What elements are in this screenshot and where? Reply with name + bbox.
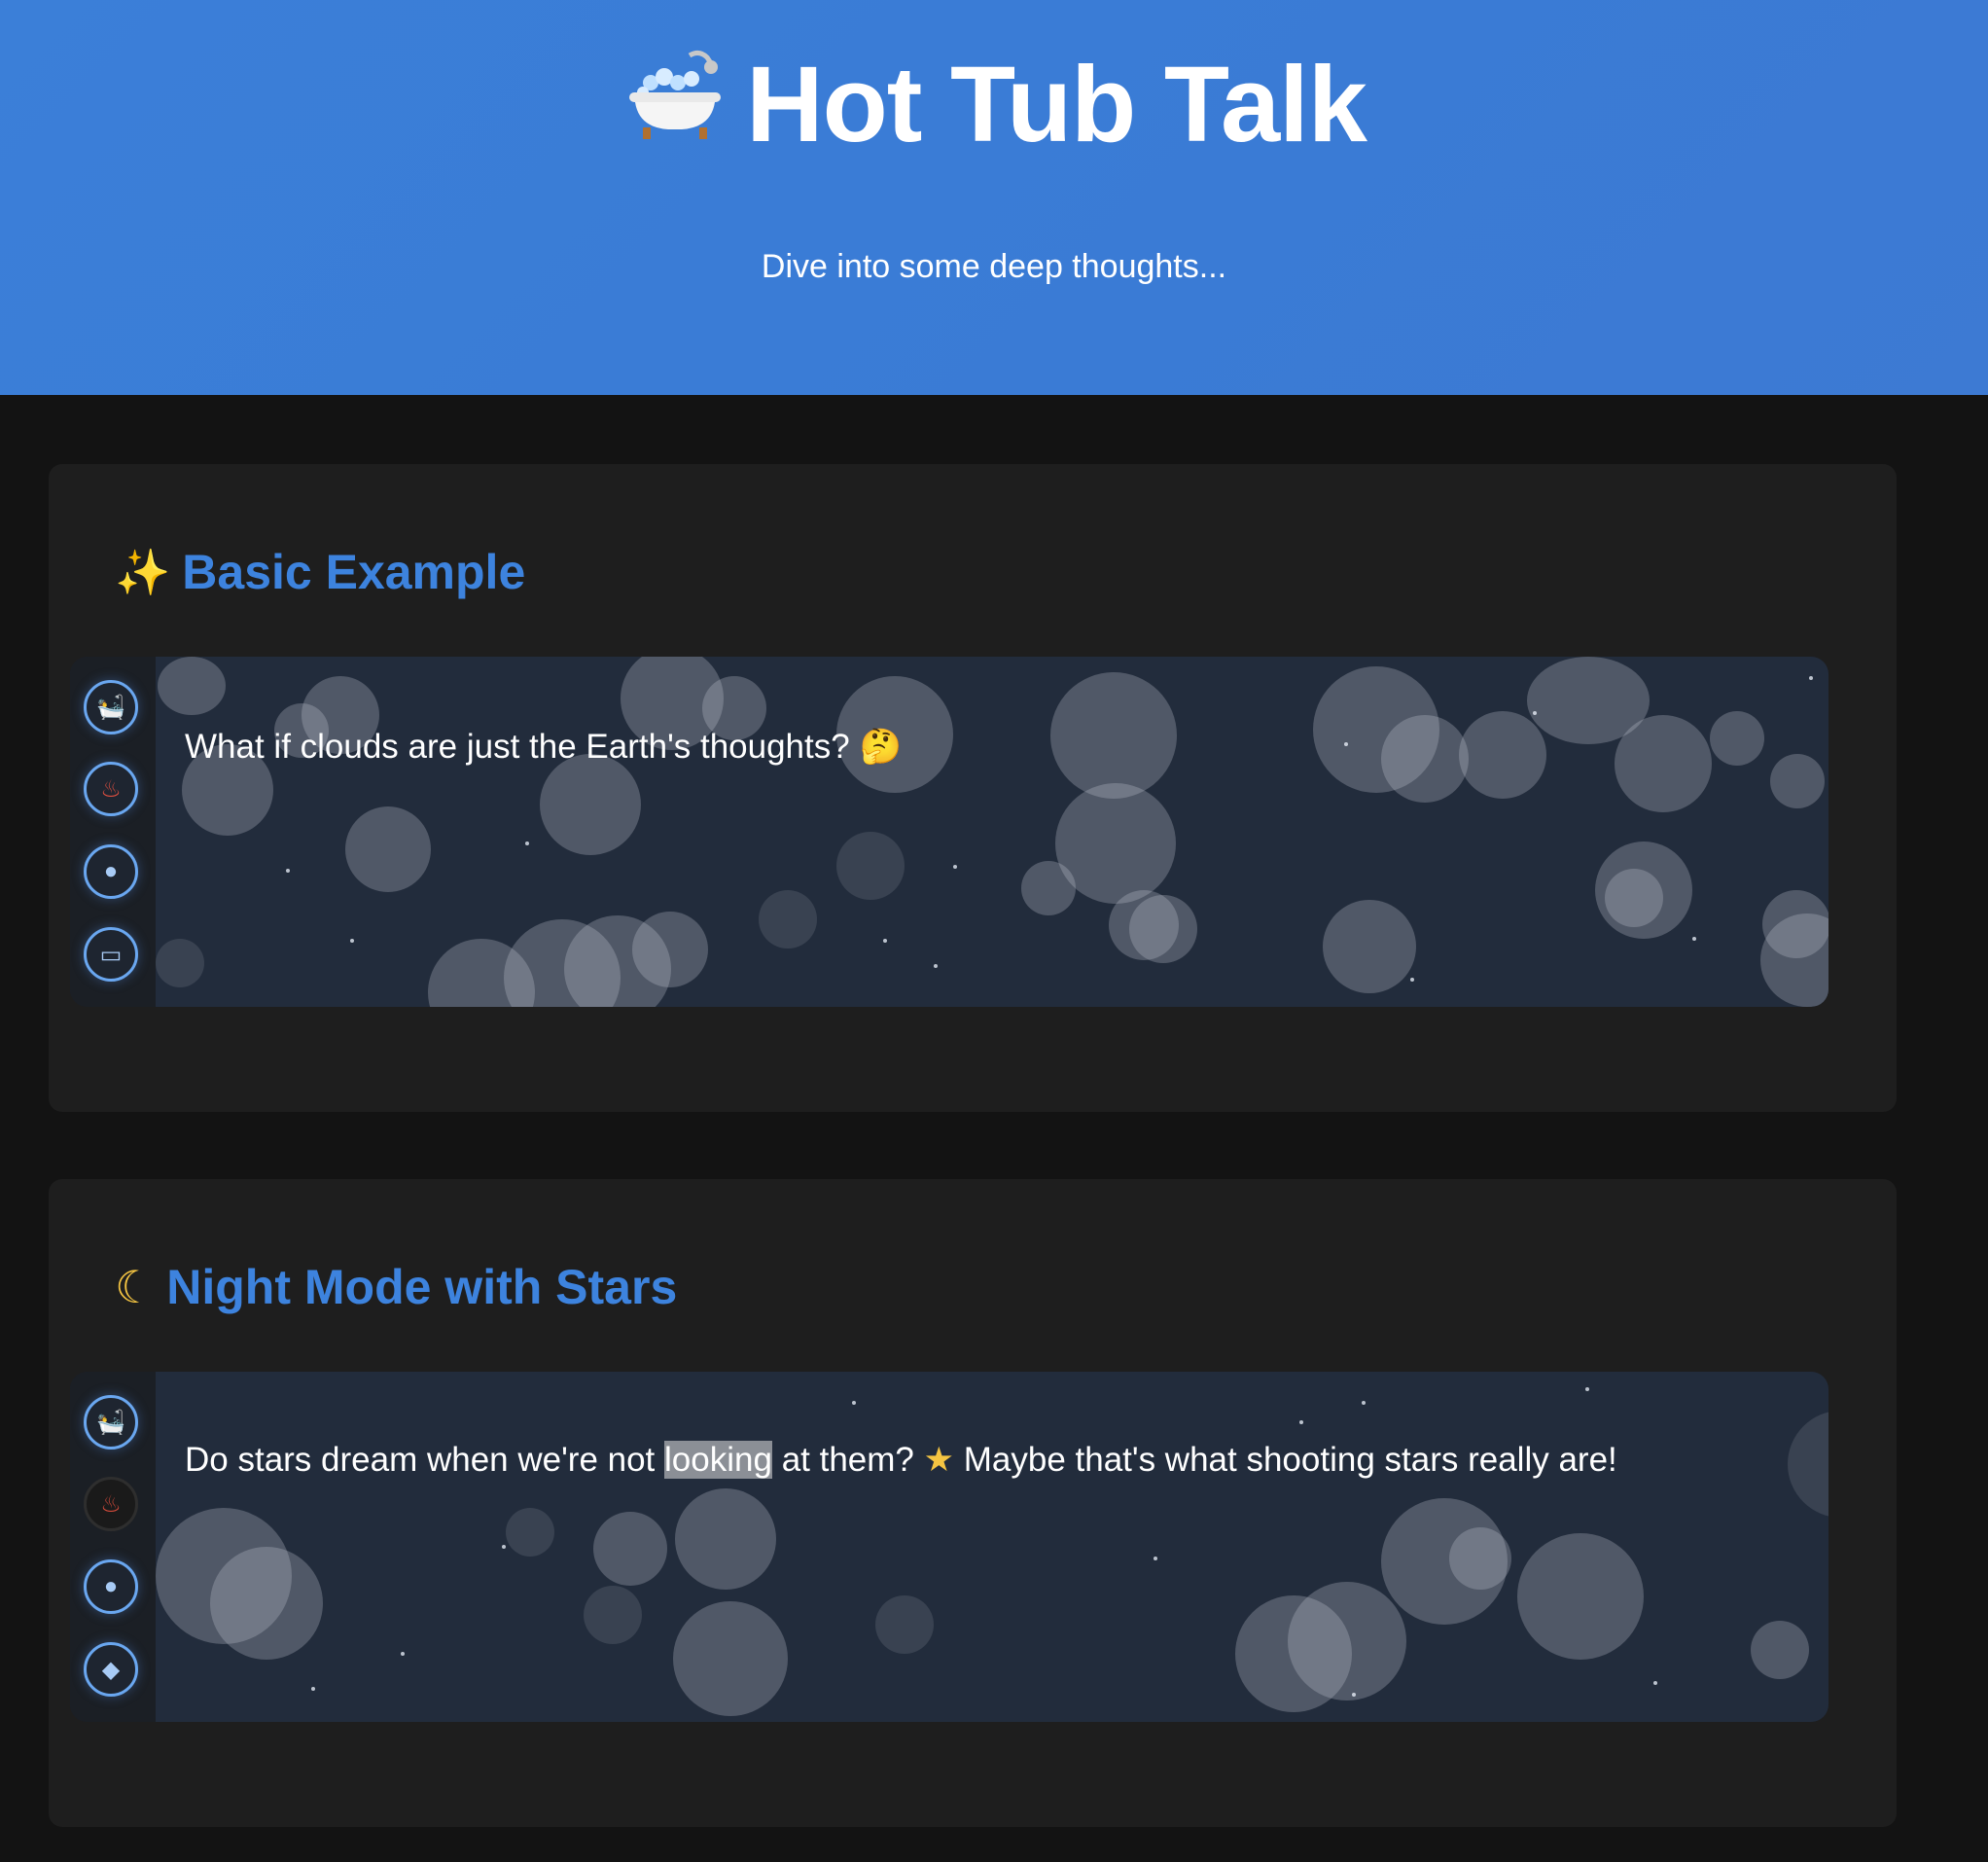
star-dot xyxy=(1299,1420,1303,1424)
star-dot xyxy=(934,964,938,968)
bubble xyxy=(593,1512,667,1586)
crescent-moon-icon: ☾ xyxy=(115,1262,156,1312)
star-dot xyxy=(311,1687,315,1691)
bubble xyxy=(584,1586,642,1644)
bubble xyxy=(1751,1621,1809,1679)
bubble xyxy=(1129,895,1197,963)
bubble xyxy=(506,1508,554,1557)
bubbles-icon: 🛀 xyxy=(96,1409,125,1436)
star-dot xyxy=(286,869,290,873)
heat-tool-button[interactable]: ♨ xyxy=(84,762,138,816)
bubble xyxy=(632,912,708,987)
eraser-icon: ◆ xyxy=(101,1656,121,1683)
bubble xyxy=(1710,711,1764,766)
hot-tub-panel[interactable]: 🛀 ♨ ● ◆ Do stars dream when we're not lo… xyxy=(70,1372,1828,1722)
splash-tool-button[interactable]: ● xyxy=(84,844,138,899)
bubble xyxy=(210,1547,323,1660)
hot-tub-panel[interactable]: 🛀 ♨ ● ▭ What if clouds are just the Eart… xyxy=(70,657,1828,1007)
bubble xyxy=(1459,711,1546,799)
bubble xyxy=(345,806,431,892)
star-icon: ★ xyxy=(923,1441,955,1479)
star-dot xyxy=(1585,1387,1589,1391)
page-title: Hot Tub Talk xyxy=(0,47,1988,163)
star-dot xyxy=(525,841,529,845)
thought-sentence-end: Maybe that's what shooting stars really … xyxy=(963,1441,1617,1479)
star-dot xyxy=(401,1652,405,1656)
thought-stage: What if clouds are just the Earth's thou… xyxy=(156,657,1828,1007)
section-basic-example: ✨ Basic Example 🛀 ♨ ● ▭ What if clouds a… xyxy=(49,464,1897,1112)
tool-sidebar: 🛀 ♨ ● ◆ xyxy=(70,1372,157,1722)
bubble xyxy=(1323,900,1416,993)
star-dot xyxy=(1410,978,1414,982)
bubble xyxy=(1788,1411,1828,1518)
bubbles-tool-button[interactable]: 🛀 xyxy=(84,680,138,734)
toggle-icon: ▭ xyxy=(99,941,123,968)
bubble xyxy=(1288,1582,1406,1701)
bubble xyxy=(158,657,226,715)
bubble xyxy=(1615,715,1712,812)
hot-springs-icon: ♨ xyxy=(100,1490,122,1518)
page-header: Hot Tub Talk Dive into some deep thought… xyxy=(0,0,1988,395)
bubble xyxy=(1605,869,1663,927)
splash-tool-button[interactable]: ● xyxy=(84,1559,138,1614)
star-dot xyxy=(1533,711,1537,715)
section-night-mode: ☾ Night Mode with Stars 🛀 ♨ ● ◆ Do stars… xyxy=(49,1179,1897,1827)
sparkles-icon: ✨ xyxy=(115,547,171,597)
star-dot xyxy=(883,939,887,943)
star-dot xyxy=(1692,937,1696,941)
star-dot xyxy=(350,939,354,943)
bubble xyxy=(875,1595,934,1654)
bubble xyxy=(1449,1527,1511,1590)
bubble xyxy=(1770,754,1825,808)
star-dot xyxy=(1344,742,1348,746)
section-title: ☾ Night Mode with Stars xyxy=(115,1255,677,1319)
hot-springs-icon: ♨ xyxy=(100,775,122,803)
star-dot xyxy=(1352,1693,1356,1697)
droplet-icon: ● xyxy=(103,1573,119,1599)
bubbles-icon: 🛀 xyxy=(96,694,125,721)
bubble xyxy=(675,1488,776,1590)
highlighted-word[interactable]: looking xyxy=(664,1441,772,1479)
thought-sentence-start: Do stars dream when we're not xyxy=(185,1441,656,1479)
toggle-tool-button[interactable]: ▭ xyxy=(84,927,138,982)
thought-stage: Do stars dream when we're not looking at… xyxy=(156,1372,1828,1722)
star-dot xyxy=(1653,1681,1657,1685)
star-dot xyxy=(953,865,957,869)
bubble xyxy=(673,1601,788,1716)
bubbles-tool-button[interactable]: 🛀 xyxy=(84,1395,138,1450)
star-dot xyxy=(852,1401,856,1405)
page-subtitle: Dive into some deep thoughts... xyxy=(761,248,1227,285)
tool-sidebar: 🛀 ♨ ● ▭ xyxy=(70,657,157,1007)
thought-sentence-middle: at them? xyxy=(781,1441,914,1479)
section-title-text: Night Mode with Stars xyxy=(166,1260,678,1314)
bubble xyxy=(156,939,204,987)
star-dot xyxy=(1154,1557,1157,1560)
star-dot xyxy=(502,1545,506,1549)
thought-text: Do stars dream when we're not looking at… xyxy=(185,1436,1617,1485)
bubble xyxy=(1021,861,1076,915)
droplet-icon: ● xyxy=(103,858,119,884)
heat-tool-button[interactable]: ♨ xyxy=(84,1477,138,1531)
page-title-text: Hot Tub Talk xyxy=(746,45,1367,164)
bathtub-icon xyxy=(621,48,728,162)
section-title: ✨ Basic Example xyxy=(115,540,525,604)
thought-text: What if clouds are just the Earth's thou… xyxy=(185,723,902,771)
thinking-face-icon: 🤔 xyxy=(859,728,903,766)
bubble xyxy=(836,832,905,900)
bubble xyxy=(1381,715,1469,803)
star-dot xyxy=(1809,676,1813,680)
star-dot xyxy=(1362,1401,1366,1405)
bubble xyxy=(1517,1533,1644,1660)
bubble xyxy=(1050,672,1177,799)
bubble xyxy=(759,890,817,949)
section-title-text: Basic Example xyxy=(182,545,526,599)
thought-sentence: What if clouds are just the Earth's thou… xyxy=(185,728,850,766)
eraser-tool-button[interactable]: ◆ xyxy=(84,1642,138,1697)
